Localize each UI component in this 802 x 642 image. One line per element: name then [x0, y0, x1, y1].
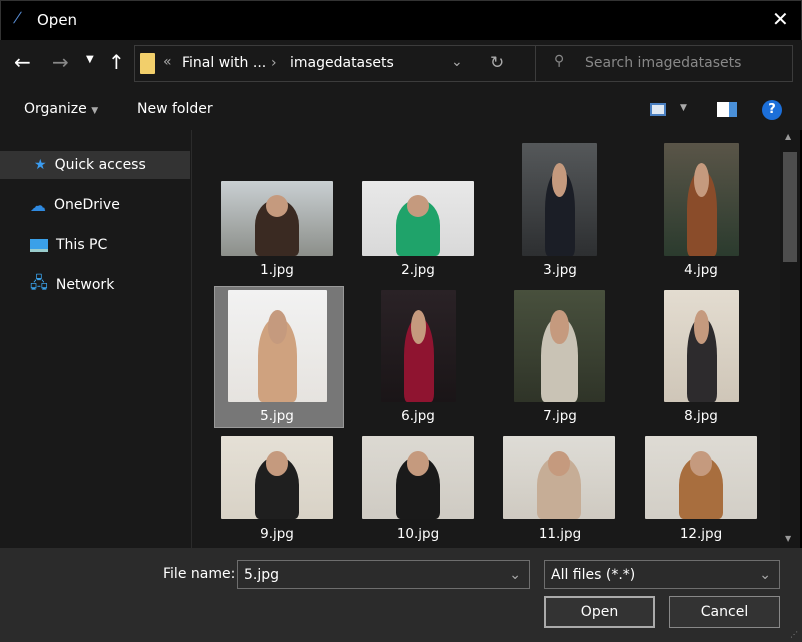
file-thumbnail[interactable] — [522, 143, 597, 256]
file-name-input[interactable]: 5.jpg ⌄ — [237, 560, 530, 589]
file-thumbnail[interactable] — [362, 181, 474, 256]
up-arrow-icon[interactable]: ↑ — [108, 50, 125, 74]
scroll-up-icon[interactable]: ▲ — [785, 132, 791, 141]
file-thumbnail[interactable] — [503, 436, 615, 519]
window-title: Open — [37, 11, 78, 29]
forward-arrow-icon[interactable]: → — [52, 50, 69, 74]
vertical-scrollbar[interactable]: ▲ ▼ — [780, 130, 800, 548]
change-view-icon[interactable] — [650, 103, 666, 116]
close-icon[interactable]: ✕ — [772, 7, 789, 31]
file-name-value: 5.jpg — [244, 566, 280, 583]
feather-app-icon: / — [12, 10, 23, 26]
breadcrumb-overflow[interactable]: « — [163, 54, 172, 70]
recent-locations-chevron-icon[interactable]: ▼ — [86, 54, 94, 65]
breadcrumb-item[interactable]: imagedatasets — [290, 55, 394, 71]
chevron-down-icon: ⌄ — [759, 566, 771, 583]
file-thumbnail[interactable] — [381, 290, 456, 402]
photo-face — [552, 163, 567, 198]
file-name-label[interactable]: 1.jpg — [227, 262, 327, 278]
new-folder-button[interactable]: New folder — [137, 101, 213, 117]
file-name-label[interactable]: 11.jpg — [510, 526, 610, 542]
chevron-down-icon: ▼ — [91, 106, 99, 116]
photo-face — [411, 310, 426, 344]
search-input[interactable]: ⚲ Search imagedatasets — [535, 45, 793, 82]
photo-face — [267, 310, 288, 344]
file-thumbnail[interactable] — [221, 181, 333, 256]
address-dropdown-icon[interactable]: ⌄ — [451, 54, 463, 70]
file-thumbnail[interactable] — [514, 290, 605, 402]
file-thumbnail[interactable] — [645, 436, 757, 519]
network-icon: 🖧 — [30, 272, 48, 292]
sidebar-item-network[interactable]: 🖧 Network — [0, 271, 190, 299]
photo-face — [694, 310, 709, 344]
file-name-label[interactable]: 4.jpg — [651, 262, 751, 278]
file-name-label[interactable]: 7.jpg — [510, 408, 610, 424]
file-thumbnail[interactable] — [664, 290, 739, 402]
breadcrumb-item[interactable]: Final with ... — [182, 55, 266, 71]
back-arrow-icon[interactable]: ← — [14, 50, 31, 74]
navigation-pane: ★ Quick access ☁ OneDrive This PC 🖧 Network — [0, 130, 191, 548]
monitor-icon — [30, 238, 48, 252]
file-name-label[interactable]: 5.jpg — [227, 408, 327, 424]
chevron-down-icon[interactable]: ⌄ — [509, 567, 521, 583]
sidebar-item-this-pc[interactable]: This PC — [0, 231, 190, 259]
file-name-label: File name: — [163, 566, 236, 582]
breadcrumb-separator-icon: › — [271, 55, 277, 71]
sidebar-item-label: Network — [55, 277, 115, 293]
search-icon: ⚲ — [554, 53, 565, 69]
photo-face — [694, 163, 709, 198]
file-type-value: All files (*.*) — [551, 566, 636, 583]
file-name-label[interactable]: 6.jpg — [368, 408, 468, 424]
file-name-label[interactable]: 12.jpg — [651, 526, 751, 542]
photo-face — [406, 194, 430, 217]
organize-label: Organize — [24, 101, 87, 117]
file-name-label[interactable]: 8.jpg — [651, 408, 751, 424]
address-bar[interactable]: « Final with ... › imagedatasets ⌄ ↻ — [134, 45, 538, 82]
file-dialog-footer: File name: 5.jpg ⌄ All files (*.*) ⌄ Open … — [0, 548, 802, 642]
organize-button[interactable]: Organize ▼ — [24, 101, 98, 117]
open-button[interactable]: Open — [544, 596, 655, 628]
photo-face — [689, 450, 713, 476]
file-name-label[interactable]: 3.jpg — [510, 262, 610, 278]
search-placeholder: Search imagedatasets — [585, 55, 742, 71]
file-name-label[interactable]: 10.jpg — [368, 526, 468, 542]
navigation-bar: ← → ▼ ↑ « Final with ... › imagedatasets… — [0, 40, 802, 90]
scrollbar-thumb[interactable] — [783, 152, 797, 262]
file-type-select[interactable]: All files (*.*) ⌄ — [544, 560, 780, 589]
refresh-icon[interactable]: ↻ — [490, 53, 504, 73]
sidebar-item-label: This PC — [56, 237, 108, 253]
file-thumbnail[interactable] — [221, 436, 333, 519]
preview-pane-icon[interactable] — [717, 102, 737, 117]
file-thumbnail[interactable] — [664, 143, 739, 256]
photo-face — [547, 450, 571, 476]
sidebar-item-label: OneDrive — [54, 197, 120, 213]
command-bar: Organize ▼ New folder ▼ ? — [0, 90, 802, 130]
folder-icon — [140, 53, 155, 74]
cloud-icon: ☁ — [30, 195, 46, 215]
title-bar: / Open ✕ — [0, 0, 802, 40]
sidebar-item-onedrive[interactable]: ☁ OneDrive — [0, 191, 190, 219]
photo-face — [265, 450, 289, 476]
scroll-down-icon[interactable]: ▼ — [785, 534, 791, 543]
star-icon: ★ — [34, 157, 47, 173]
file-thumbnail[interactable] — [362, 436, 474, 519]
photo-face — [406, 450, 430, 476]
file-name-label[interactable]: 9.jpg — [227, 526, 327, 542]
sidebar-item-label: Quick access — [54, 157, 146, 173]
help-icon[interactable]: ? — [762, 100, 782, 120]
view-dropdown-icon[interactable]: ▼ — [680, 103, 687, 113]
file-thumbnail[interactable] — [228, 290, 327, 402]
photo-face — [550, 310, 569, 344]
resize-grip-icon[interactable]: ⋰ — [790, 630, 798, 639]
file-name-label[interactable]: 2.jpg — [368, 262, 468, 278]
cancel-button[interactable]: Cancel — [669, 596, 780, 628]
sidebar-item-quick-access[interactable]: ★ Quick access — [0, 151, 190, 179]
photo-face — [265, 194, 289, 217]
